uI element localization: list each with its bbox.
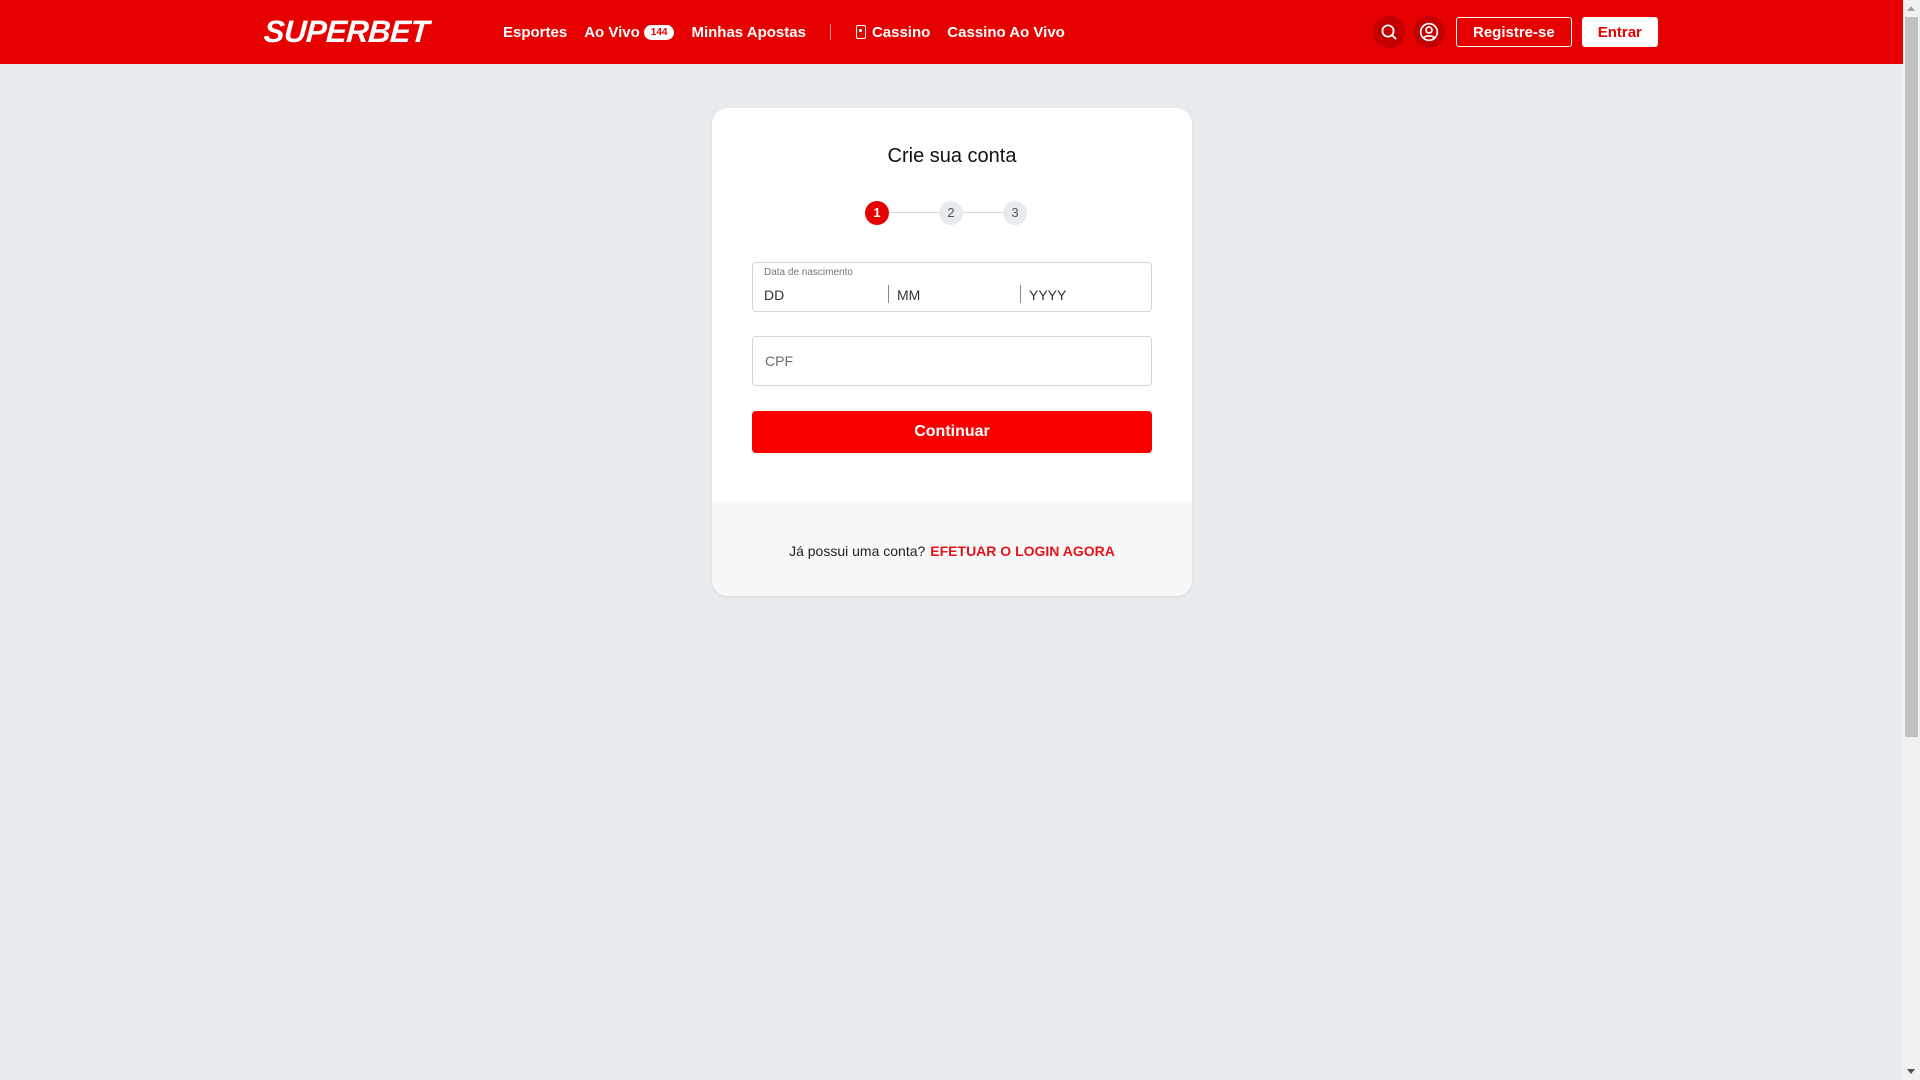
casino-card-icon [855,25,866,39]
register-button[interactable]: Registre-se [1456,17,1572,47]
cpf-input[interactable] [752,336,1152,386]
nav-ao-vivo[interactable]: Ao Vivo 144 [584,23,675,41]
step-2: 2 [939,201,963,225]
birth-year-input[interactable] [1029,285,1139,305]
card-footer: Já possui uma conta? EFETUAR O LOGIN AGOR… [712,502,1192,596]
user-circle-icon [1419,22,1439,42]
live-count-badge: 144 [643,24,675,40]
date-divider [1020,285,1021,303]
nav-cassino-ao-vivo[interactable]: Cassino Ao Vivo [947,24,1065,41]
nav-ao-vivo-label: Ao Vivo [584,23,640,41]
header-actions: Registre-se Entrar [1373,16,1658,48]
login-now-link[interactable]: EFETUAR O LOGIN AGORA [930,543,1115,559]
search-button[interactable] [1373,16,1405,48]
continue-button[interactable]: Continuar [752,411,1152,453]
page-scrollbar[interactable] [1903,0,1920,1080]
birth-day-input[interactable] [764,285,882,305]
login-prompt-text: Já possui uma conta? [789,543,926,559]
search-icon [1381,24,1397,40]
nav-divider [829,24,831,40]
step-connector [963,212,1003,213]
signup-card: Crie sua conta 1 2 3 Data de nascimento … [712,108,1192,596]
superbet-logo[interactable]: SUPERBET [263,14,430,49]
nav-cassino[interactable]: Cassino [855,23,931,41]
birthdate-field: Data de nascimento [752,262,1152,312]
step-3: 3 [1003,201,1027,225]
nav-minhas-apostas-label: Minhas Apostas [691,23,806,41]
step-indicator: 1 2 3 [865,201,1039,225]
nav-cassino-ao-vivo-label: Cassino Ao Vivo [947,23,1065,41]
account-button[interactable] [1413,16,1445,48]
nav-minhas-apostas[interactable]: Minhas Apostas [691,24,805,41]
birthdate-label: Data de nascimento [764,267,853,278]
main-nav: Esportes Ao Vivo 144 Minhas Apostas Cass… [503,0,1065,64]
step-connector [889,212,939,213]
date-divider [888,285,889,303]
scroll-up-arrow-icon[interactable] [1907,6,1915,11]
login-prompt: Já possui uma conta? EFETUAR O LOGIN AGOR… [712,542,1192,560]
scroll-down-arrow-icon[interactable] [1907,1069,1915,1074]
scrollbar-thumb[interactable] [1905,17,1918,737]
login-button[interactable]: Entrar [1581,17,1658,47]
nav-esportes-label: Esportes [503,23,568,41]
birth-month-input[interactable] [897,285,1013,305]
nav-cassino-label: Cassino [871,23,931,41]
step-1: 1 [865,201,889,225]
nav-esportes[interactable]: Esportes [503,24,567,41]
page-title: Crie sua conta [887,145,1017,167]
top-header: SUPERBET Esportes Ao Vivo 144 Minhas Apo… [0,0,1903,64]
